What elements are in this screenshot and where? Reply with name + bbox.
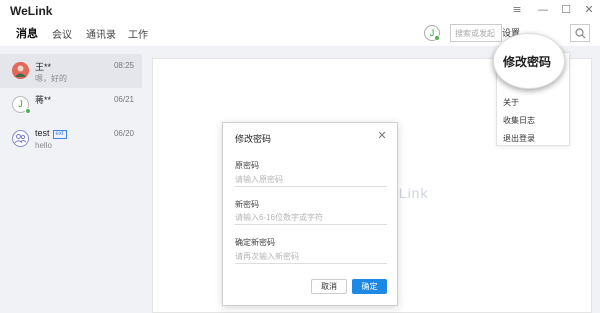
menu-item-collect-logs[interactable]: 收集日志 bbox=[503, 115, 535, 126]
search-icon bbox=[575, 28, 586, 39]
conversation-item[interactable]: J 蒋** 06/21 bbox=[0, 88, 142, 122]
confirm-password-label: 确定新密码 bbox=[235, 238, 275, 247]
user-avatar[interactable]: J bbox=[424, 25, 440, 41]
conversation-list: 王** 嗯，好的 08:25 J 蒋** 06/21 test ext hello… bbox=[0, 46, 142, 313]
minimize-icon[interactable]: — bbox=[536, 3, 550, 17]
close-icon[interactable]: ✕ bbox=[376, 130, 388, 142]
conversation-item[interactable]: 王** 嗯，好的 08:25 bbox=[0, 54, 142, 88]
old-password-field[interactable] bbox=[235, 173, 387, 187]
conversation-item[interactable]: test ext hello 06/20 bbox=[0, 122, 142, 156]
menu-item-about[interactable]: 关于 bbox=[503, 97, 519, 108]
avatar-initial: J bbox=[18, 99, 23, 109]
cancel-button[interactable]: 取消 bbox=[311, 279, 347, 294]
conversation-name: 蒋** bbox=[35, 95, 52, 105]
old-password-label: 原密码 bbox=[235, 161, 259, 170]
search-button[interactable] bbox=[570, 24, 590, 42]
conversation-name: 王** bbox=[35, 62, 52, 72]
new-password-label: 新密码 bbox=[235, 200, 259, 209]
menu-item-logout[interactable]: 退出登录 bbox=[503, 133, 535, 144]
online-status-dot bbox=[25, 108, 31, 114]
conversation-name: test ext bbox=[35, 128, 67, 139]
menu-item-change-password[interactable]: 修改密码 bbox=[503, 53, 551, 70]
tab-contacts[interactable]: 通讯录 bbox=[86, 26, 116, 41]
tab-work[interactable]: 工作 bbox=[128, 26, 148, 41]
close-window-icon[interactable]: ✕ bbox=[582, 3, 596, 17]
app-title: WeLink bbox=[10, 4, 53, 18]
tab-meetings[interactable]: 会议 bbox=[52, 26, 72, 41]
external-badge: ext bbox=[52, 130, 67, 139]
person-avatar-icon bbox=[12, 62, 29, 79]
new-password-field[interactable] bbox=[235, 211, 387, 225]
confirm-button[interactable]: 确定 bbox=[352, 279, 387, 294]
maximize-icon[interactable]: ☐ bbox=[559, 3, 573, 17]
online-status-dot bbox=[434, 35, 440, 41]
conversation-preview: 嗯，好的 bbox=[35, 74, 67, 83]
group-avatar-icon bbox=[14, 134, 27, 144]
conversation-name-text: test bbox=[35, 128, 50, 138]
menu-icon[interactable]: ≡ bbox=[510, 3, 524, 17]
conversation-time: 06/21 bbox=[113, 95, 134, 104]
avatar bbox=[12, 130, 29, 147]
title-bar: WeLink ≡ — ☐ ✕ bbox=[0, 0, 600, 22]
search-input[interactable]: 搜索或发起 bbox=[450, 24, 502, 42]
confirm-password-field[interactable] bbox=[235, 250, 387, 264]
dialog-title: 修改密码 bbox=[235, 134, 272, 144]
conversation-preview: hello bbox=[35, 141, 52, 150]
conversation-time: 06/20 bbox=[113, 129, 134, 138]
avatar bbox=[12, 62, 29, 79]
tab-messages[interactable]: 消息 bbox=[16, 25, 38, 41]
conversation-time: 08:25 bbox=[113, 61, 134, 70]
